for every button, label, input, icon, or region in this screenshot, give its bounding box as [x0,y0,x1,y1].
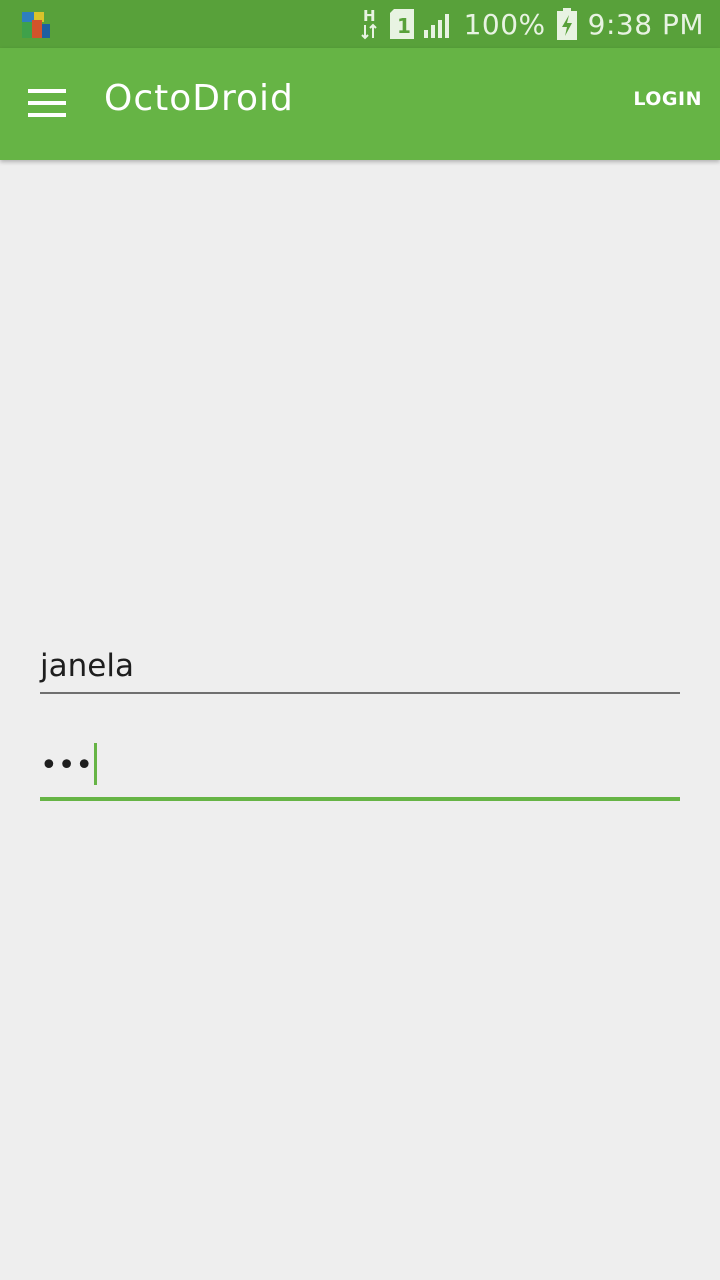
app-notification-icon [22,12,50,38]
login-button[interactable]: LOGIN [633,88,702,110]
svg-text:H: H [363,7,376,25]
app-bar: OctoDroid LOGIN [0,48,720,160]
username-field[interactable]: janela [40,640,680,694]
sim-icon: 1 [389,9,414,39]
app-title: OctoDroid [104,78,294,119]
battery-percent: 100% [463,7,546,41]
password-value-wrapper: ••• [40,743,98,785]
text-cursor [94,743,98,785]
password-field[interactable]: ••• [40,743,680,801]
signal-icon [423,14,449,38]
password-value: ••• [40,748,94,783]
status-bar: H 1 100% 9:38 PM [0,0,720,48]
menu-button[interactable] [18,74,78,134]
data-transfer-icon: H [360,7,377,40]
svg-text:1: 1 [397,14,411,38]
status-time: 9:38 PM [587,7,704,41]
username-value: janela [40,648,134,684]
hamburger-menu-icon [28,89,66,117]
battery-charging-icon [556,8,577,40]
